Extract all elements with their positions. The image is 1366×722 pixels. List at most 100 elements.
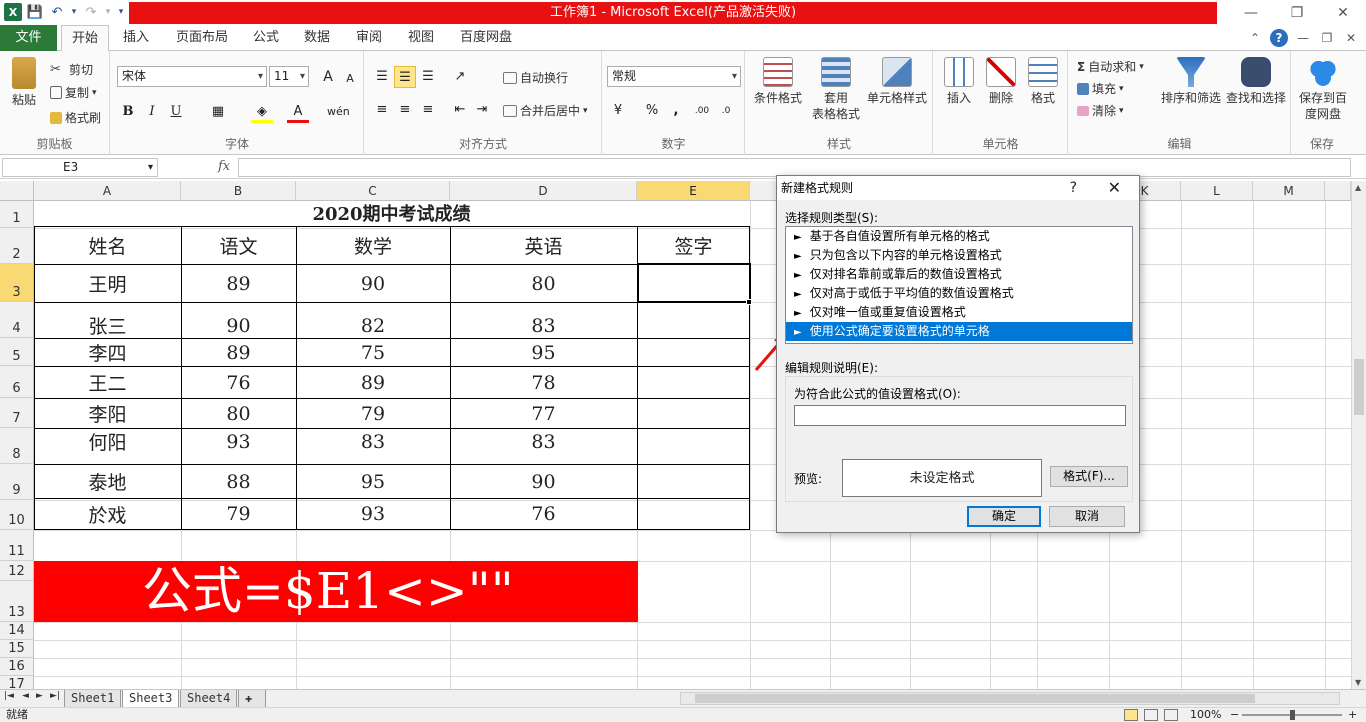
cell-english[interactable]: 78 — [450, 367, 637, 398]
col-header-a[interactable]: A — [34, 181, 181, 201]
close-icon[interactable]: ✕ — [1320, 0, 1366, 25]
decrease-indent-button[interactable]: ⇤ — [449, 99, 471, 121]
vertical-scrollbar[interactable]: ▲ ▼ — [1351, 181, 1366, 689]
align-top-button[interactable]: ☰ — [371, 66, 393, 88]
row-header-4[interactable]: 4 — [0, 302, 34, 338]
doc-restore-icon[interactable]: ❐ — [1318, 29, 1336, 47]
tab-baidu-netdisk[interactable]: 百度网盘 — [450, 25, 522, 51]
help-icon[interactable]: ? — [1270, 29, 1288, 47]
doc-close-icon[interactable]: ✕ — [1342, 29, 1360, 47]
rule-type-list[interactable]: ► 基于各自值设置所有单元格的格式 ► 只为包含以下内容的单元格设置格式 ► 仅对排名… — [785, 226, 1133, 344]
shrink-font-button[interactable]: A — [339, 68, 361, 90]
col-header-e[interactable]: E — [637, 181, 750, 201]
last-sheet-icon[interactable]: ►| — [50, 691, 60, 701]
scroll-down-icon[interactable]: ▼ — [1355, 678, 1361, 687]
row-header-5[interactable]: 5 — [0, 338, 34, 366]
italic-button[interactable]: I — [141, 101, 163, 123]
autosum-button[interactable]: Σ 自动求和 ▾ — [1077, 58, 1144, 75]
find-select-button[interactable]: 查找和选择 — [1223, 57, 1289, 106]
cell-name[interactable]: 王明 — [34, 265, 181, 302]
cell-signature[interactable] — [637, 429, 750, 464]
cell-name[interactable]: 泰地 — [34, 465, 181, 498]
tab-file[interactable]: 文件 — [0, 25, 57, 51]
grow-font-button[interactable]: A — [317, 66, 339, 88]
row-header-9[interactable]: 9 — [0, 464, 34, 500]
tab-page-layout[interactable]: 页面布局 — [166, 25, 238, 51]
worksheet-grid[interactable]: A B C D E F G H I J K L M 1 2 3 4 5 6 7 … — [0, 181, 1366, 689]
phonetic-button[interactable]: wén — [327, 101, 350, 123]
cell-english[interactable]: 83 — [450, 303, 637, 338]
wrap-text-button[interactable]: 自动换行 — [503, 69, 568, 86]
first-sheet-icon[interactable]: |◄ — [4, 691, 14, 701]
horizontal-scrollbar[interactable] — [680, 692, 1340, 705]
row-header-8[interactable]: 8 — [0, 428, 34, 464]
header-math[interactable]: 数学 — [296, 227, 450, 264]
cell-name[interactable]: 何阳 — [34, 429, 181, 464]
cell-name[interactable]: 李四 — [34, 339, 181, 366]
cell-chinese[interactable]: 76 — [181, 367, 296, 398]
number-format-select[interactable]: 常规 — [607, 66, 741, 87]
rule-type-item[interactable]: ► 仅对唯一值或重复值设置格式 — [786, 303, 1132, 322]
header-name[interactable]: 姓名 — [34, 227, 181, 264]
customize-qat-icon[interactable]: ▾ — [116, 3, 126, 21]
header-english[interactable]: 英语 — [450, 227, 637, 264]
cell-math[interactable]: 83 — [296, 429, 450, 464]
col-header-d[interactable]: D — [450, 181, 637, 201]
row-header-3[interactable]: 3 — [0, 264, 34, 302]
accounting-button[interactable]: ¥ — [607, 100, 629, 122]
cancel-button[interactable]: 取消 — [1049, 506, 1125, 527]
undo-dropdown-icon[interactable]: ▾ — [70, 3, 78, 21]
zoom-level[interactable]: 100% — [1190, 708, 1221, 722]
fill-handle[interactable] — [746, 299, 752, 305]
cell-name[interactable]: 於戏 — [34, 499, 181, 529]
rule-type-item[interactable]: ► 基于各自值设置所有单元格的格式 — [786, 227, 1132, 246]
minimize-icon[interactable]: — — [1228, 0, 1274, 25]
align-center-button[interactable]: ≡ — [394, 99, 416, 121]
select-all-corner[interactable] — [0, 181, 34, 201]
rule-type-item[interactable]: ► 只为包含以下内容的单元格设置格式 — [786, 246, 1132, 265]
next-sheet-icon[interactable]: ► — [36, 691, 43, 701]
row-header-11[interactable]: 11 — [0, 530, 34, 561]
cell-signature[interactable] — [637, 367, 750, 398]
row-header-6[interactable]: 6 — [0, 366, 34, 398]
sort-filter-button[interactable]: 排序和筛选 — [1159, 57, 1223, 106]
row-header-10[interactable]: 10 — [0, 500, 34, 530]
cell-name[interactable]: 王二 — [34, 367, 181, 398]
row-header-14[interactable]: 14 — [0, 622, 34, 640]
sheet-tab-sheet3[interactable]: Sheet3 — [122, 690, 180, 708]
doc-minimize-icon[interactable]: — — [1294, 29, 1312, 47]
format-as-table-button[interactable]: 套用 表格格式 — [808, 57, 864, 122]
tab-insert[interactable]: 插入 — [113, 25, 159, 51]
cell-math[interactable]: 75 — [296, 339, 450, 366]
conditional-formatting-button[interactable]: 条件格式 — [750, 57, 806, 106]
cell-chinese[interactable]: 89 — [181, 339, 296, 366]
align-left-button[interactable]: ≡ — [371, 99, 393, 121]
row-header-1[interactable]: 1 — [0, 201, 34, 228]
tab-data[interactable]: 数据 — [294, 25, 340, 51]
row-header-13[interactable]: 13 — [0, 581, 34, 622]
cell-english[interactable]: 83 — [450, 429, 637, 464]
merge-center-button[interactable]: 合并后居中 ▾ — [503, 102, 588, 119]
delete-cells-button[interactable]: 删除 — [982, 57, 1020, 106]
cell-chinese[interactable]: 80 — [181, 399, 296, 428]
row-header-15[interactable]: 15 — [0, 640, 34, 658]
font-color-button[interactable]: A — [287, 101, 309, 123]
prev-sheet-icon[interactable]: ◄ — [22, 691, 29, 701]
cell-styles-button[interactable]: 单元格样式 — [864, 57, 930, 106]
sheet-title[interactable]: 2020期中考试成绩 — [34, 201, 749, 228]
cell-english[interactable]: 77 — [450, 399, 637, 428]
copy-button[interactable]: 复制 ▾ — [50, 84, 97, 101]
rule-type-item[interactable]: ► 仅对高于或低于平均值的数值设置格式 — [786, 284, 1132, 303]
font-name-select[interactable]: 宋体 — [117, 66, 267, 87]
rule-type-item-selected[interactable]: ► 使用公式确定要设置格式的单元格 — [786, 322, 1132, 341]
formula-field[interactable] — [794, 405, 1126, 426]
fill-button[interactable]: 填充 ▾ — [1077, 80, 1124, 97]
page-break-view-icon[interactable] — [1164, 709, 1178, 721]
header-signature[interactable]: 签字 — [637, 227, 750, 264]
borders-button[interactable]: ▦ — [207, 101, 229, 123]
cell-english[interactable]: 95 — [450, 339, 637, 366]
scroll-up-icon[interactable]: ▲ — [1355, 183, 1361, 192]
undo-icon[interactable]: ↶ — [48, 3, 66, 21]
dialog-close-icon[interactable]: ✕ — [1108, 176, 1121, 200]
active-cell-e3[interactable] — [637, 263, 751, 303]
